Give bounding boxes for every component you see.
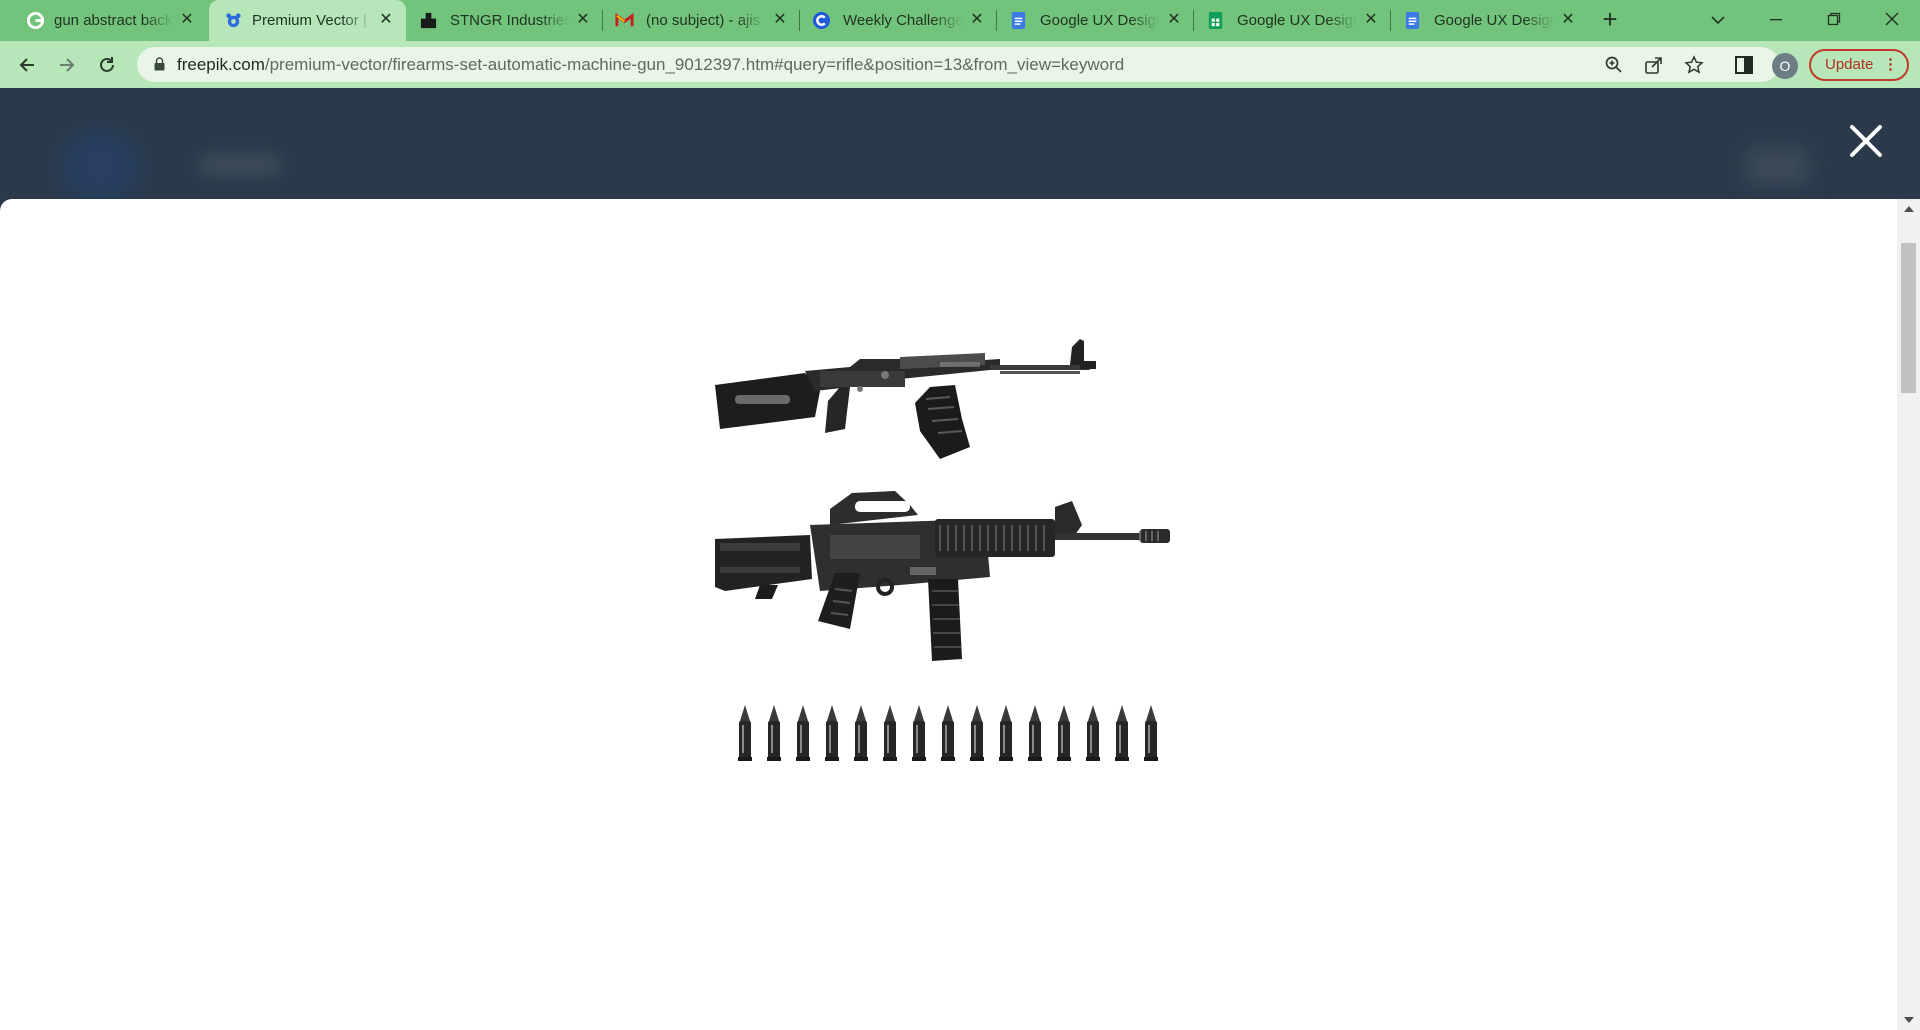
share-icon[interactable] xyxy=(1644,55,1664,75)
close-icon xyxy=(1885,12,1899,26)
bullet xyxy=(825,705,839,761)
google-icon xyxy=(26,11,45,30)
url-path: /premium-vector/firearms-set-automatic-m… xyxy=(264,55,1125,74)
tab-close-icon[interactable]: ✕ xyxy=(771,11,789,29)
url-host: freepik.com xyxy=(177,55,265,74)
tab-title: Premium Vector | F xyxy=(252,12,372,29)
bullet xyxy=(796,705,810,761)
arrow-right-icon xyxy=(60,58,75,72)
bullet xyxy=(1115,705,1129,761)
forward-button[interactable] xyxy=(52,50,82,80)
tab-weekly-challenge[interactable]: Weekly Challenge ✕ xyxy=(800,0,997,41)
m16-rifle xyxy=(715,491,1170,661)
tab-close-icon[interactable]: ✕ xyxy=(178,11,196,29)
tab-close-icon[interactable]: ✕ xyxy=(1362,11,1380,29)
blurred-site-nav xyxy=(200,155,280,175)
more-menu-icon: ⋮ xyxy=(1883,56,1898,73)
blurred-site-button xyxy=(1745,148,1809,184)
restore-button[interactable] xyxy=(1806,0,1862,41)
tab-close-icon[interactable]: ✕ xyxy=(574,11,592,29)
bullet xyxy=(970,705,984,761)
freepik-icon xyxy=(226,13,241,28)
address-bar[interactable]: freepik.com/premium-vector/firearms-set-… xyxy=(137,47,1779,82)
ak-rifle xyxy=(715,339,1096,459)
bullet xyxy=(1057,705,1071,761)
tab-close-icon[interactable]: ✕ xyxy=(1559,11,1577,29)
side-panel-icon[interactable] xyxy=(1733,54,1755,76)
scrollbar-thumb[interactable] xyxy=(1901,243,1916,393)
minimize-button[interactable] xyxy=(1748,0,1804,41)
google-docs-icon xyxy=(1405,11,1420,30)
stngr-icon xyxy=(420,12,437,29)
tab-stngr[interactable]: STNGR Industries ✕ xyxy=(406,0,603,41)
bullet xyxy=(1028,705,1042,761)
bullet xyxy=(912,705,926,761)
close-window-button[interactable] xyxy=(1864,0,1920,41)
tab-gun-abstract[interactable]: gun abstract back ✕ xyxy=(0,0,203,41)
tab-google-ux-3[interactable]: Google UX Design ✕ xyxy=(1391,0,1588,41)
bullet xyxy=(1086,705,1100,761)
tab-gmail[interactable]: (no subject) - ajis ✕ xyxy=(603,0,800,41)
bullet xyxy=(883,705,897,761)
tab-title: Google UX Design xyxy=(1237,12,1357,29)
close-icon[interactable] xyxy=(1846,121,1886,161)
bullet xyxy=(941,705,955,761)
tab-search-button[interactable] xyxy=(1690,0,1746,41)
lock-icon[interactable] xyxy=(154,57,165,71)
bullet xyxy=(1144,705,1158,761)
tab-close-icon[interactable]: ✕ xyxy=(968,11,986,29)
tab-title: STNGR Industries xyxy=(450,12,570,29)
scroll-down-arrow-icon[interactable] xyxy=(1904,1017,1914,1023)
arrow-left-icon xyxy=(19,58,34,72)
tab-close-icon[interactable]: ✕ xyxy=(377,11,395,29)
scroll-up-arrow-icon[interactable] xyxy=(1904,206,1914,212)
bullet xyxy=(999,705,1013,761)
tab-close-icon[interactable]: ✕ xyxy=(1165,11,1183,29)
coursera-icon xyxy=(812,11,831,30)
tab-title: Google UX Design xyxy=(1434,12,1554,29)
browser-toolbar: freepik.com/premium-vector/firearms-set-… xyxy=(0,41,1920,88)
google-sheets-icon xyxy=(1208,11,1223,30)
gmail-icon xyxy=(615,12,634,27)
tab-strip: gun abstract back ✕ Premium Vector | F ✕… xyxy=(0,0,1920,41)
minimize-icon xyxy=(1770,19,1782,21)
update-label: Update xyxy=(1825,56,1874,73)
tab-premium-vector[interactable]: Premium Vector | F ✕ xyxy=(209,0,406,41)
bullet xyxy=(738,705,752,761)
page-scrollbar[interactable] xyxy=(1897,199,1920,1030)
avatar[interactable]: O xyxy=(1772,53,1798,79)
tab-title: Google UX Design xyxy=(1040,12,1160,29)
back-button[interactable] xyxy=(12,50,42,80)
tab-google-ux-2[interactable]: Google UX Design ✕ xyxy=(1194,0,1391,41)
image-preview-modal xyxy=(0,199,1920,1030)
new-tab-button[interactable]: + xyxy=(1598,6,1622,32)
reload-button[interactable] xyxy=(92,50,122,80)
restore-icon xyxy=(1827,12,1841,26)
update-button[interactable]: Update ⋮ xyxy=(1809,49,1909,81)
reload-icon xyxy=(100,57,114,72)
tab-title: gun abstract back xyxy=(54,12,173,29)
tab-google-ux-1[interactable]: Google UX Design ✕ xyxy=(997,0,1194,41)
bullets-row xyxy=(738,705,1158,761)
blurred-site-logo xyxy=(60,132,140,202)
chevron-down-icon xyxy=(1711,16,1725,25)
tab-title: Weekly Challenge xyxy=(843,12,963,29)
firearms-set-illustration xyxy=(715,339,1170,761)
tab-title: (no subject) - ajis xyxy=(646,12,761,29)
url-text[interactable]: freepik.com/premium-vector/firearms-set-… xyxy=(177,55,1124,75)
zoom-icon[interactable] xyxy=(1604,55,1624,75)
bullet xyxy=(854,705,868,761)
bullet xyxy=(767,705,781,761)
google-docs-icon xyxy=(1011,11,1026,30)
star-icon[interactable] xyxy=(1684,55,1704,75)
